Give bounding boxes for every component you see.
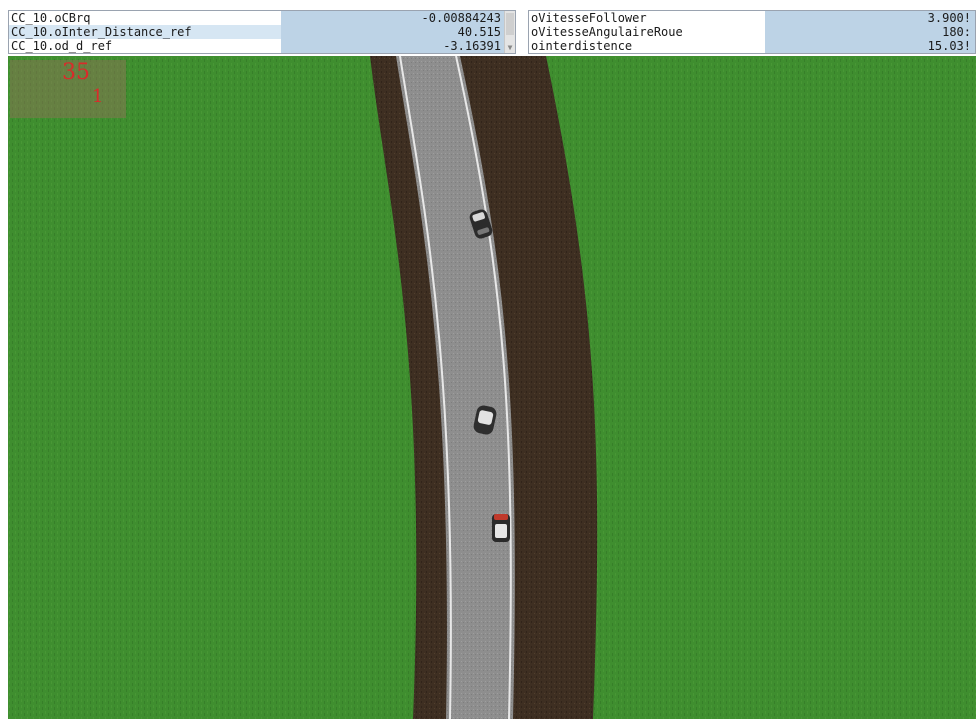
hud-value-secondary: 1	[92, 86, 104, 107]
variable-name: ointerdistence	[529, 39, 765, 53]
variable-value: 3.900!	[765, 11, 975, 25]
variable-name: oVitesseFollower	[529, 11, 765, 25]
variable-watch-panel-right: oVitesseFollower 3.900! oVitesseAngulair…	[528, 10, 976, 54]
variable-name: CC_10.oCBrq	[9, 11, 281, 25]
watch-row[interactable]: oVitesseFollower 3.900!	[529, 11, 975, 25]
variable-value: -0.00884243	[281, 11, 505, 25]
chevron-down-icon[interactable]: ▼	[505, 43, 515, 53]
variable-watch-panel-left: CC_10.oCBrq -0.00884243 CC_10.oInter_Dis…	[8, 10, 516, 54]
variable-value: 15.03!	[765, 39, 975, 53]
simulation-viewport[interactable]	[8, 56, 976, 719]
variable-name: CC_10.od_d_ref	[9, 39, 281, 53]
variable-name: oVitesseAngulaireRoue	[529, 25, 765, 39]
variable-value: 180:	[765, 25, 975, 39]
scene-canvas	[8, 56, 976, 719]
hud-value-primary: 35	[62, 60, 90, 85]
variable-name: CC_10.oInter_Distance_ref	[9, 25, 281, 39]
watch-row[interactable]: ointerdistence 15.03!	[529, 39, 975, 53]
watch-row[interactable]: CC_10.oInter_Distance_ref 40.515	[9, 25, 515, 39]
hud-overlay: 35 1	[10, 60, 126, 118]
variable-value: -3.16391	[281, 39, 505, 53]
watch-scrollbar[interactable]: ▼	[504, 11, 515, 53]
scrollbar-thumb[interactable]	[506, 13, 514, 35]
watch-row[interactable]: oVitesseAngulaireRoue 180:	[529, 25, 975, 39]
watch-row[interactable]: CC_10.oCBrq -0.00884243	[9, 11, 515, 25]
follower-vehicle[interactable]	[492, 514, 510, 542]
variable-value: 40.515	[281, 25, 505, 39]
watch-row[interactable]: CC_10.od_d_ref -3.16391	[9, 39, 515, 53]
